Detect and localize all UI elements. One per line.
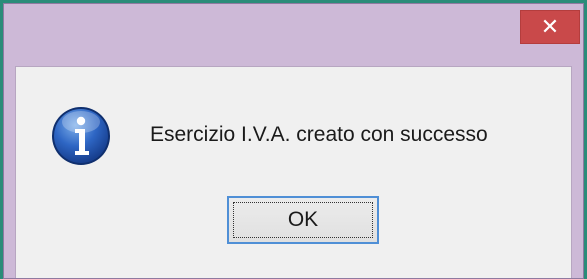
close-icon: ✕ (540, 14, 560, 40)
info-icon (52, 107, 110, 165)
ok-button-label: OK (287, 208, 319, 231)
dialog-body: Esercizio I.V.A. creato con successo OK (15, 66, 572, 278)
dialog-message: Esercizio I.V.A. creato con successo (150, 123, 488, 146)
title-bar[interactable]: ✕ (4, 4, 583, 66)
ok-button[interactable]: OK (227, 196, 379, 244)
message-dialog: ✕ Esercizio I.V.A. creato con successo O… (3, 3, 584, 279)
screen-frame: ✕ Esercizio I.V.A. creato con successo O… (0, 0, 587, 279)
close-button[interactable]: ✕ (520, 10, 580, 44)
